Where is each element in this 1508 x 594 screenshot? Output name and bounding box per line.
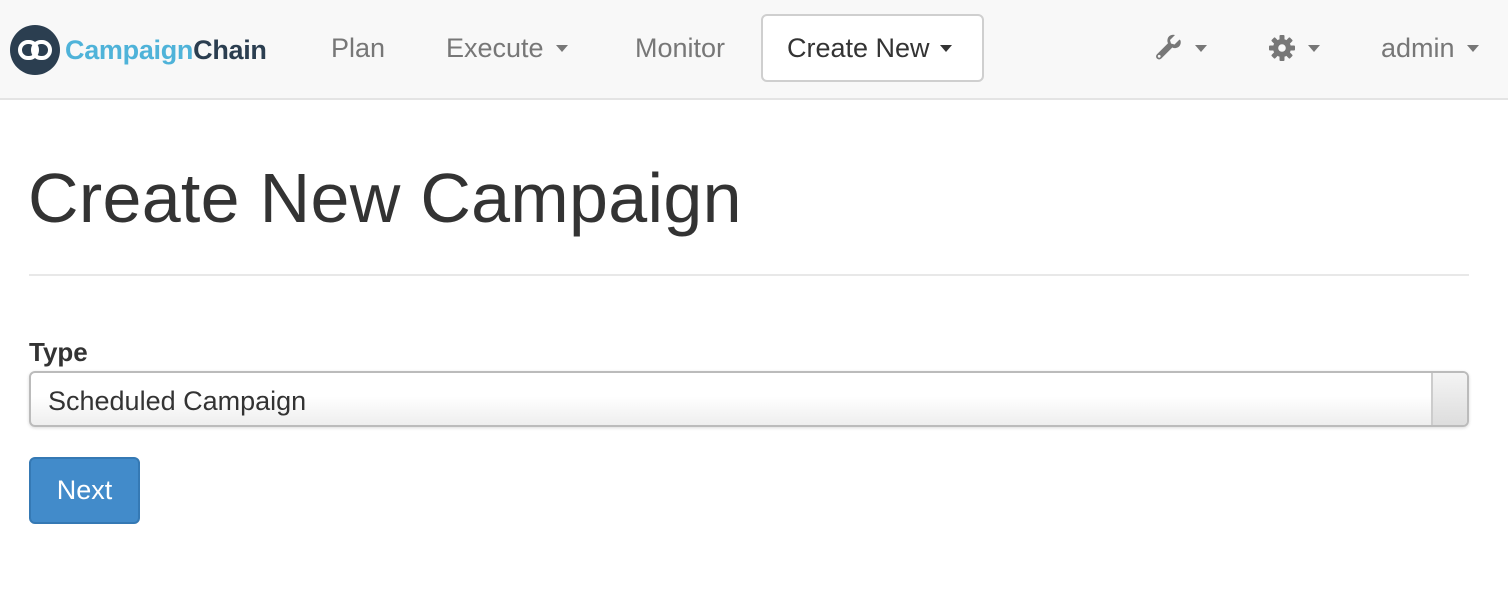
type-select[interactable]: Scheduled Campaign: [29, 371, 1469, 427]
nav-plan-label: Plan: [331, 32, 386, 63]
page-title: Create New Campaign: [28, 159, 742, 237]
type-label: Type: [29, 337, 88, 367]
nav-execute-label: Execute: [446, 32, 544, 63]
nav-plan[interactable]: Plan: [331, 14, 385, 82]
wrench-icon: [1156, 34, 1181, 60]
select-handle[interactable]: [1431, 373, 1467, 425]
next-button[interactable]: Next: [29, 457, 140, 524]
caret-down-icon: [939, 44, 952, 52]
chain-link-icon: [10, 25, 60, 75]
title-divider: [29, 274, 1469, 276]
user-menu[interactable]: admin: [1381, 14, 1479, 82]
caret-down-icon: [1466, 44, 1479, 52]
brand-name: CampaignChain: [65, 34, 267, 65]
brand-link[interactable]: CampaignChain: [10, 24, 267, 76]
caret-down-icon: [1308, 44, 1320, 52]
settings-menu[interactable]: [1268, 14, 1320, 82]
nav-create-new[interactable]: Create New: [761, 14, 984, 82]
gear-icon: [1269, 35, 1295, 61]
nav-monitor[interactable]: Monitor: [635, 14, 725, 82]
user-menu-label: admin: [1381, 32, 1455, 63]
type-select-value: Scheduled Campaign: [48, 386, 307, 416]
caret-down-icon: [1195, 44, 1207, 52]
top-navbar: CampaignChain Plan Execute Monitor Creat…: [0, 0, 1508, 100]
caret-down-icon: [555, 44, 568, 52]
nav-monitor-label: Monitor: [635, 32, 726, 63]
nav-create-new-label: Create New: [787, 32, 930, 63]
nav-execute[interactable]: Execute: [446, 14, 568, 82]
tools-menu[interactable]: [1155, 14, 1207, 82]
